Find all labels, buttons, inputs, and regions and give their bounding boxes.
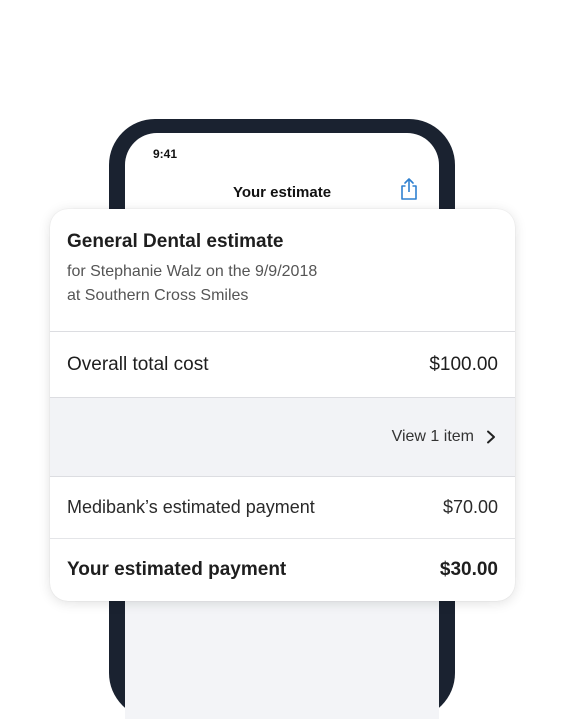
estimate-card: General Dental estimate for Stephanie Wa… bbox=[50, 209, 515, 601]
status-bar-time: 9:41 bbox=[153, 147, 178, 161]
page-title: Your estimate bbox=[232, 184, 332, 201]
view-items-button[interactable]: View 1 item bbox=[50, 398, 515, 477]
overall-total-label: Overall total cost bbox=[67, 353, 209, 375]
estimate-subtitle-patient: for Stephanie Walz on the 9/9/2018 bbox=[67, 263, 318, 280]
estimate-subtitle-location: at Southern Cross Smiles bbox=[67, 287, 249, 304]
estimate-title: General Dental estimate bbox=[67, 231, 284, 252]
medibank-payment-value: $70.00 bbox=[442, 497, 498, 517]
overall-total-value: $100.00 bbox=[429, 353, 498, 375]
your-payment-value: $30.00 bbox=[439, 559, 498, 580]
share-icon[interactable] bbox=[399, 177, 419, 201]
phone-screen-bottom bbox=[125, 599, 439, 719]
your-payment-label: Your estimated payment bbox=[67, 559, 287, 580]
medibank-payment-row: Medibank’s estimated payment $70.00 bbox=[50, 477, 515, 539]
view-items-label: View 1 item bbox=[391, 428, 474, 445]
medibank-payment-label: Medibank’s estimated payment bbox=[67, 497, 315, 517]
your-payment-row: Your estimated payment $30.00 bbox=[50, 539, 515, 601]
overall-total-row: Overall total cost $100.00 bbox=[50, 332, 515, 398]
estimate-header: General Dental estimate for Stephanie Wa… bbox=[50, 209, 515, 332]
chevron-right-icon bbox=[487, 430, 495, 444]
